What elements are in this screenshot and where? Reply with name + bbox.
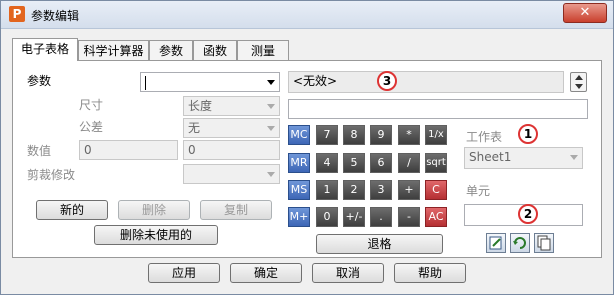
trim-modify-combo[interactable] bbox=[183, 164, 280, 184]
insert-cell-icon bbox=[489, 236, 502, 250]
calc-key-6[interactable]: 6 bbox=[370, 153, 392, 173]
tab-parameters[interactable]: 参数 bbox=[149, 40, 193, 60]
copy-sheet-button[interactable] bbox=[534, 233, 554, 253]
parameter-edit-dialog: P 参数编辑 ✕ 电子表格 科学计算器 参数 函数 测量 参数 尺寸 长度 公差… bbox=[0, 0, 614, 295]
refresh-icon bbox=[513, 237, 526, 249]
refresh-button[interactable] bbox=[510, 233, 530, 253]
calc-key-9[interactable]: 9 bbox=[370, 125, 392, 145]
close-button[interactable]: ✕ bbox=[563, 3, 607, 23]
delete-unused-button[interactable]: 删除未使用的 bbox=[94, 225, 218, 245]
apply-button[interactable]: 应用 bbox=[148, 263, 220, 283]
tolerance-combo[interactable]: 无 bbox=[183, 118, 280, 138]
numeric-label: 数值 bbox=[27, 144, 52, 158]
annotation-marker-3: 3 bbox=[377, 71, 397, 91]
calc-key-negate[interactable]: +/- bbox=[343, 207, 365, 227]
insert-cell-button[interactable] bbox=[486, 233, 506, 253]
calc-key-4[interactable]: 4 bbox=[316, 153, 338, 173]
backspace-button[interactable]: 退格 bbox=[316, 234, 443, 254]
numeric-value-field-1[interactable]: 0 bbox=[79, 140, 178, 160]
expression-input[interactable] bbox=[288, 99, 588, 119]
expression-display: <无效> bbox=[288, 71, 564, 93]
calc-key-m-plus[interactable]: M+ bbox=[288, 207, 310, 227]
calc-key-reciprocal[interactable]: 1/x bbox=[425, 125, 447, 145]
calc-key-2[interactable]: 2 bbox=[343, 180, 365, 200]
calc-key-5[interactable]: 5 bbox=[343, 153, 365, 173]
calc-key-sqrt[interactable]: sqrt bbox=[425, 153, 447, 173]
copy-icon bbox=[537, 235, 551, 251]
calc-key-8[interactable]: 8 bbox=[343, 125, 365, 145]
tab-functions[interactable]: 函数 bbox=[193, 40, 237, 60]
new-button[interactable]: 新的 bbox=[36, 200, 108, 220]
numeric-value-field-2[interactable]: 0 bbox=[183, 140, 280, 160]
calc-key-1[interactable]: 1 bbox=[316, 180, 338, 200]
tab-measure[interactable]: 测量 bbox=[237, 40, 289, 60]
calc-key-multiply[interactable]: * bbox=[398, 125, 420, 145]
calc-key-7[interactable]: 7 bbox=[316, 125, 338, 145]
trim-modify-label: 剪裁修改 bbox=[27, 168, 76, 182]
calc-key-plus[interactable]: + bbox=[398, 180, 420, 200]
calc-key-divide[interactable]: / bbox=[398, 153, 420, 173]
chevron-down-icon bbox=[267, 80, 275, 85]
window-title: 参数编辑 bbox=[31, 9, 80, 23]
ok-button[interactable]: 确定 bbox=[230, 263, 302, 283]
text-caret bbox=[145, 75, 146, 90]
chevron-down-icon bbox=[267, 104, 275, 109]
cell-label: 单元 bbox=[466, 184, 491, 198]
parameter-label: 参数 bbox=[27, 74, 52, 88]
calc-key-decimal[interactable]: . bbox=[370, 207, 392, 227]
chevron-down-icon bbox=[570, 155, 578, 160]
app-logo-icon: P bbox=[9, 6, 25, 22]
cancel-button[interactable]: 取消 bbox=[312, 263, 384, 283]
arrow-down-icon bbox=[575, 84, 583, 89]
calc-key-0[interactable]: 0 bbox=[316, 207, 338, 227]
parameter-combo[interactable] bbox=[140, 72, 280, 92]
scroll-spinner[interactable] bbox=[570, 72, 587, 92]
calc-key-3[interactable]: 3 bbox=[370, 180, 392, 200]
tab-spreadsheet[interactable]: 电子表格 bbox=[12, 38, 78, 61]
calc-key-minus[interactable]: - bbox=[398, 207, 420, 227]
calc-key-clear[interactable]: C bbox=[425, 180, 447, 200]
size-combo[interactable]: 长度 bbox=[183, 96, 280, 116]
worksheet-label: 工作表 bbox=[466, 130, 503, 144]
delete-button[interactable]: 删除 bbox=[118, 200, 190, 220]
tab-scientific-calculator[interactable]: 科学计算器 bbox=[78, 40, 149, 60]
calc-key-all-clear[interactable]: AC bbox=[425, 207, 447, 227]
annotation-marker-2: 2 bbox=[518, 204, 538, 224]
arrow-up-icon bbox=[575, 75, 583, 80]
title-bar: P 参数编辑 ✕ bbox=[1, 1, 613, 29]
size-label: 尺寸 bbox=[79, 98, 104, 112]
worksheet-combo[interactable]: Sheet1 bbox=[464, 147, 583, 169]
help-button[interactable]: 帮助 bbox=[394, 263, 466, 283]
copy-button[interactable]: 复制 bbox=[200, 200, 272, 220]
tolerance-label: 公差 bbox=[79, 120, 104, 134]
annotation-marker-1: 1 bbox=[518, 124, 538, 144]
calc-key-mc[interactable]: MC bbox=[288, 125, 310, 145]
chevron-down-icon bbox=[267, 172, 275, 177]
calc-key-mr[interactable]: MR bbox=[288, 153, 310, 173]
calc-key-ms[interactable]: MS bbox=[288, 180, 310, 200]
chevron-down-icon bbox=[267, 126, 275, 131]
